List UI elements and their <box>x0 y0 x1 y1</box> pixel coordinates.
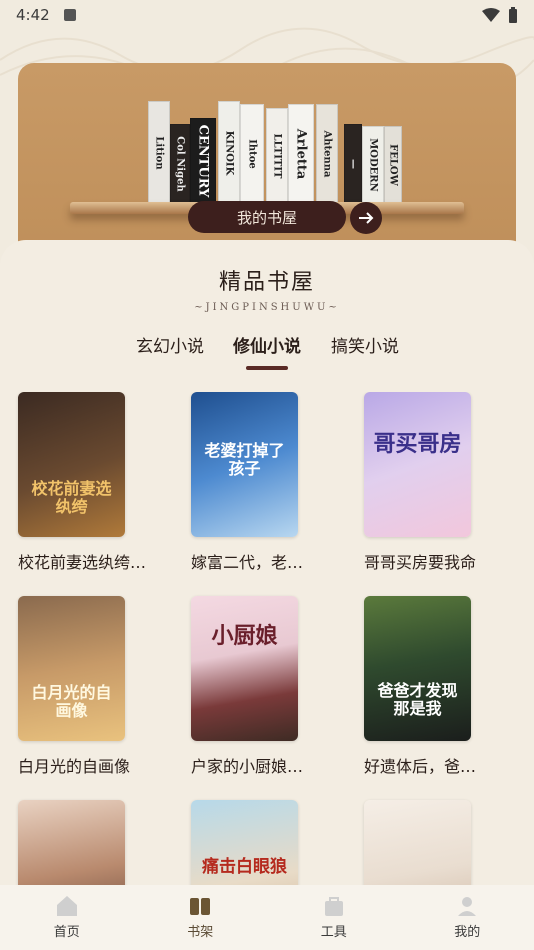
cover-title: 哥买哥房 <box>373 431 462 457</box>
cover-title: 校花前妻选纨绔 <box>31 479 112 516</box>
book-grid: 校花前妻选纨绔 校花前妻选纨绔… 老婆打掉了孩子 嫁富二代，老… 哥买哥房 哥哥… <box>0 392 534 885</box>
section-title: 精品书屋 <box>218 270 315 295</box>
book-spine: FELOW <box>384 126 402 204</box>
book-spine: MODERN <box>362 126 384 204</box>
book-title: 白月光的自画像 <box>18 757 131 776</box>
bookshelf-icon <box>190 898 211 915</box>
bookshelf-banner[interactable]: Lition Col Nigeh CENTURY KINOIK Ihtoe LL… <box>18 63 516 263</box>
profile-icon <box>458 897 477 916</box>
nav-bookshelf-label: 书架 <box>187 925 214 940</box>
arrow-right-icon <box>359 212 374 224</box>
book-title: 哥哥买房要我命 <box>364 553 477 572</box>
book-item[interactable]: 爸爸才发现那是我 好遗体后，爸… <box>364 596 514 777</box>
book-spine: — <box>344 124 362 204</box>
book-cover <box>18 800 125 885</box>
book-item[interactable]: 校花前妻选纨绔 校花前妻选纨绔… <box>18 392 168 573</box>
book-item[interactable]: 痛击白眼狼 <box>191 800 341 885</box>
nav-profile[interactable]: 我的 <box>401 885 534 950</box>
cover-title: 爸爸才发现那是我 <box>377 681 458 718</box>
book-item[interactable]: 哥买哥房 哥哥买房要我命 <box>364 392 514 573</box>
book-item[interactable] <box>364 800 514 885</box>
nav-tools-label: 工具 <box>320 925 347 940</box>
book-title: 户家的小厨娘… <box>191 757 304 776</box>
arrow-right-button[interactable] <box>350 202 382 234</box>
book-item[interactable]: 白月光的自画像 白月光的自画像 <box>18 596 168 777</box>
nav-tools[interactable]: 工具 <box>267 885 401 950</box>
book-spine: Col Nigeh <box>170 124 190 204</box>
home-icon <box>56 896 77 916</box>
book-cover: 哥买哥房 <box>364 392 471 537</box>
book-spine: KINOIK <box>218 101 240 204</box>
battery-icon <box>509 7 517 23</box>
book-cover: 痛击白眼狼 <box>191 800 298 885</box>
tab-cultivation[interactable]: 修仙小说 <box>217 332 317 357</box>
tab-fantasy[interactable]: 玄幻小说 <box>120 332 220 357</box>
toolbox-icon <box>324 897 343 916</box>
book-illustration: Lition Col Nigeh CENTURY KINOIK Ihtoe LL… <box>148 101 402 204</box>
nav-bookshelf[interactable]: 书架 <box>134 885 268 950</box>
my-bookhouse-button[interactable]: 我的书屋 <box>188 201 346 233</box>
nav-profile-label: 我的 <box>454 925 481 940</box>
app-notification-icon <box>63 9 76 21</box>
status-bar: 4:42 <box>0 0 534 30</box>
book-cover: 爸爸才发现那是我 <box>364 596 471 741</box>
book-item[interactable]: 小厨娘 户家的小厨娘… <box>191 596 341 777</box>
book-cover: 老婆打掉了孩子 <box>191 392 298 537</box>
cover-title: 老婆打掉了孩子 <box>204 441 285 478</box>
book-spine: Ihtoe <box>240 104 264 204</box>
tab-comedy[interactable]: 搞笑小说 <box>315 332 415 357</box>
cover-title: 痛击白眼狼 <box>202 857 287 877</box>
nav-home[interactable]: 首页 <box>0 885 134 950</box>
nav-home-label: 首页 <box>53 925 80 940</box>
book-title: 嫁富二代，老… <box>191 553 304 572</box>
cover-title: 小厨娘 <box>211 623 278 649</box>
wifi-icon <box>482 8 500 22</box>
active-tab-indicator <box>246 366 288 370</box>
book-cover: 小厨娘 <box>191 596 298 741</box>
book-spine: Lition <box>148 101 170 204</box>
book-title: 好遗体后，爸… <box>364 757 477 776</box>
book-cover: 校花前妻选纨绔 <box>18 392 125 537</box>
book-item[interactable] <box>18 800 168 885</box>
section-subtitle: ~JINGPINSHUWU~ <box>194 302 340 313</box>
book-spine: LLTITIT <box>266 108 288 204</box>
book-spine: Arletta <box>288 104 314 204</box>
cover-title: 白月光的自画像 <box>31 683 112 720</box>
book-item[interactable]: 老婆打掉了孩子 嫁富二代，老… <box>191 392 341 573</box>
book-cover: 白月光的自画像 <box>18 596 125 741</box>
book-cover <box>364 800 471 885</box>
bottom-navigation: 首页 书架 工具 我的 <box>0 885 534 950</box>
status-time: 4:42 <box>16 6 50 24</box>
book-title: 校花前妻选纨绔… <box>18 553 147 572</box>
book-spine: CENTURY <box>190 118 216 204</box>
book-spine: Ahtenna <box>316 104 338 204</box>
